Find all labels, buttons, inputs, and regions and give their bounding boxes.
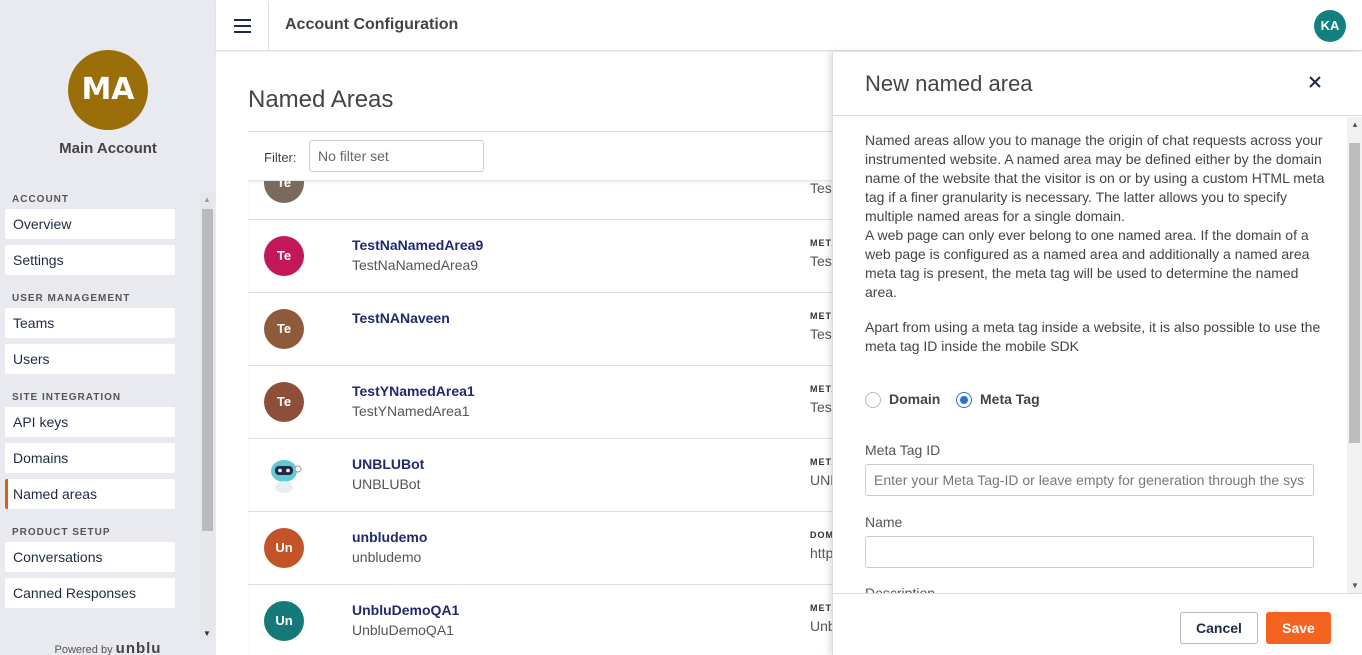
description-label: Description [865, 585, 936, 593]
panel-header: New named area [833, 52, 1362, 116]
account-name: Main Account [59, 140, 157, 157]
list-item[interactable]: TeTestNaNamedArea9TestNaNamedArea9METATA… [248, 220, 848, 293]
radio-domain[interactable] [865, 392, 881, 408]
close-icon[interactable] [1307, 74, 1323, 90]
list-item-subtitle: unbludemo [352, 549, 422, 565]
sidebar-item-settings[interactable]: Settings [5, 245, 175, 275]
list-item[interactable]: UnunbludemounbludemoDOMAINhttp [248, 512, 848, 585]
list-item-subtitle: TestYNamedArea1 [352, 403, 470, 419]
nav-section-site-integration: SITE INTEGRATION [12, 392, 122, 403]
list-item-value: Tes [810, 180, 832, 196]
list-item[interactable]: TeTestYNamedArea1TestYNamedArea1METATAGT… [248, 366, 848, 439]
list-item-title[interactable]: UnbluDemoQA1 [352, 602, 459, 618]
sidebar-item-users[interactable]: Users [5, 344, 175, 374]
account-profile: MA Main Account [0, 0, 216, 180]
radio-meta-tag[interactable] [956, 392, 972, 408]
scroll-up-icon[interactable]: ▲ [1351, 120, 1359, 129]
account-avatar[interactable]: MA [68, 50, 148, 130]
name-label: Name [865, 514, 903, 530]
panel-scroll-thumb[interactable] [1349, 143, 1360, 443]
radio-meta-tag-label[interactable]: Meta Tag [980, 391, 1040, 407]
list-item[interactable]: UNBLUBotUNBLUBotMETATAGUNB [248, 439, 848, 512]
sidebar-item-api-keys[interactable]: API keys [5, 407, 175, 437]
list-item-title[interactable]: unbludemo [352, 529, 427, 545]
list-item-value: Tes [810, 326, 832, 342]
sidebar-item-overview[interactable]: Overview [5, 209, 175, 239]
description-paragraph-2: A web page can only ever belong to one n… [865, 227, 1310, 300]
list-item[interactable]: UnUnbluDemoQA1UnbluDemoQA1METATAGUnb [248, 585, 848, 655]
sidebar-item-canned-responses[interactable]: Canned Responses [5, 578, 175, 608]
sidebar-item-teams[interactable]: Teams [5, 308, 175, 338]
list-item-subtitle: TestNaNamedArea9 [352, 257, 479, 273]
cancel-button[interactable]: Cancel [1180, 612, 1258, 644]
sidebar-scrollbar[interactable]: ▲ ▼ [200, 193, 215, 640]
avatar: Un [264, 601, 304, 641]
scroll-up-icon[interactable]: ▲ [203, 195, 211, 204]
list-item-value: Tes [810, 399, 832, 415]
list-item-value: http [810, 545, 834, 561]
powered-by: Powered by unblu [0, 640, 216, 655]
nav-section-product-setup: PRODUCT SETUP [12, 527, 111, 538]
radio-domain-label[interactable]: Domain [889, 391, 940, 407]
app-header: Account Configuration KA [216, 0, 1362, 51]
description-paragraph-1: Named areas allow you to manage the orig… [865, 132, 1325, 224]
unblu-logo: unblu [115, 640, 162, 655]
panel-title: New named area [865, 71, 1033, 96]
meta-tag-id-label: Meta Tag ID [865, 442, 941, 458]
panel-body: Named areas allow you to manage the orig… [833, 117, 1362, 593]
sidebar-scroll-thumb[interactable] [202, 209, 213, 531]
page-title: Account Configuration [285, 16, 459, 33]
name-input[interactable] [865, 536, 1314, 568]
sidebar: MA Main Account ACCOUNT Overview Setting… [0, 0, 216, 655]
avatar: Te [264, 236, 304, 276]
nav-section-user-management: USER MANAGEMENT [12, 293, 131, 304]
list-item-title[interactable]: TestYNamedArea1 [352, 383, 475, 399]
sidebar-item-named-areas[interactable]: Named areas [5, 479, 175, 509]
filter-input[interactable] [309, 140, 484, 172]
list-item-title[interactable]: UNBLUBot [352, 456, 424, 472]
avatar: Te [264, 181, 304, 203]
scroll-down-icon[interactable]: ▼ [1351, 581, 1359, 590]
description-paragraph-3: Apart from using a meta tag inside a web… [865, 319, 1321, 354]
hamburger-icon [234, 19, 251, 33]
save-button[interactable]: Save [1266, 612, 1331, 644]
avatar: Te [264, 309, 304, 349]
sidebar-item-conversations[interactable]: Conversations [5, 542, 175, 572]
nav-section-account: ACCOUNT [12, 194, 69, 205]
bot-avatar-icon [264, 455, 304, 495]
list-item[interactable]: Te Tes [248, 180, 848, 220]
menu-button[interactable] [216, 2, 269, 50]
list-item-subtitle: UNBLUBot [352, 476, 421, 492]
list-item-title[interactable]: TestNaNamedArea9 [352, 237, 483, 253]
panel-scrollbar[interactable]: ▲ ▼ [1347, 117, 1362, 593]
user-avatar[interactable]: KA [1314, 10, 1346, 42]
sidebar-item-domains[interactable]: Domains [5, 443, 175, 473]
avatar: Te [264, 382, 304, 422]
panel-footer: Cancel Save [833, 593, 1362, 655]
type-radio-group: Domain Meta Tag [865, 388, 1165, 412]
list-item-title[interactable]: TestNANaveen [352, 310, 450, 326]
list-item[interactable]: TeTestNANaveenMETATAGTes [248, 293, 848, 366]
powered-by-label: Powered by [54, 644, 113, 655]
avatar: Un [264, 528, 304, 568]
list-item-value: Tes [810, 253, 832, 269]
new-named-area-panel: New named area Named areas allow you to … [832, 52, 1362, 655]
list-item-subtitle: UnbluDemoQA1 [352, 622, 454, 638]
named-areas-title: Named Areas [248, 86, 394, 113]
scroll-down-icon[interactable]: ▼ [203, 629, 211, 638]
named-area-list: Te Tes Te TestNaNamedArea9 TestNaNamedArea9 M… [248, 180, 848, 655]
meta-tag-id-input[interactable] [865, 464, 1314, 496]
sidebar-nav: ACCOUNT Overview Settings USER MANAGEMEN… [0, 188, 200, 638]
filter-label: Filter: [264, 150, 297, 165]
panel-description: Named areas allow you to manage the orig… [865, 131, 1325, 302]
filter-bar: Filter: [248, 131, 848, 181]
main-content: Named Areas Filter: Te Tes Te TestNaNamedAr… [216, 52, 848, 655]
